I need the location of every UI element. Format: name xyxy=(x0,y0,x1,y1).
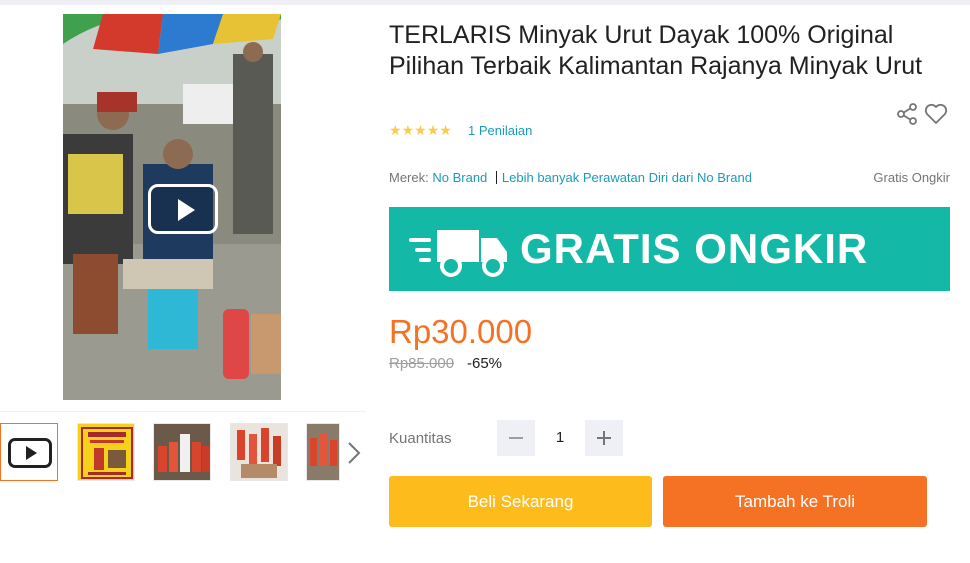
top-strip xyxy=(0,0,970,5)
truck-icon xyxy=(409,230,507,277)
plus-icon[interactable] xyxy=(585,420,623,456)
buy-now-button[interactable]: Beli Sekarang xyxy=(389,476,652,527)
free-shipping-note: Gratis Ongkir xyxy=(873,170,950,185)
thumbnail-video[interactable] xyxy=(0,423,58,481)
rating-count-link[interactable]: 1 Penilaian xyxy=(468,123,532,138)
star-icon: ★ xyxy=(439,122,452,138)
rating-stars: ★ ★ ★ ★ ★ xyxy=(389,123,452,137)
gallery-divider xyxy=(0,411,366,412)
thumbnail-image xyxy=(78,424,134,480)
chevron-right-icon[interactable] xyxy=(344,438,362,468)
add-to-cart-button[interactable]: Tambah ke Troli xyxy=(663,476,927,527)
thumbnail-bottles-tray[interactable] xyxy=(306,423,340,481)
product-title: TERLARIS Minyak Urut Dayak 100% Original… xyxy=(389,21,923,80)
star-icon: ★ xyxy=(389,122,402,138)
brand-link[interactable]: No Brand xyxy=(432,170,487,185)
star-icon: ★ xyxy=(426,122,440,138)
quantity-label: Kuantitas xyxy=(389,430,452,447)
thumbnail-image xyxy=(154,424,210,480)
thumbnail-image xyxy=(307,424,339,480)
free-shipping-banner: GRATIS ONGKIR xyxy=(389,207,950,291)
banner-text: GRATIS ONGKIR xyxy=(520,225,869,272)
play-icon[interactable] xyxy=(148,184,218,234)
original-price: Rp85.000 xyxy=(389,355,455,372)
brand-label: Merek: xyxy=(389,170,429,185)
current-price: Rp30.000 xyxy=(389,313,533,350)
video-play-icon xyxy=(8,438,52,468)
brand-row: Merek: No Brand Lebih banyak Perawatan D… xyxy=(389,170,752,185)
quantity-input[interactable]: 1 xyxy=(535,420,585,456)
share-icon[interactable] xyxy=(896,103,918,125)
thumbnail-bottles-hand[interactable] xyxy=(230,423,288,481)
star-icon: ★ xyxy=(414,122,427,138)
heart-icon[interactable] xyxy=(924,103,948,125)
brand-separator xyxy=(495,171,497,184)
discount-badge: -65% xyxy=(467,355,503,372)
star-icon: ★ xyxy=(401,122,415,138)
more-from-brand-link[interactable]: Lebih banyak Perawatan Diri dari No Bran… xyxy=(502,170,752,185)
thumbnail-bottles-row[interactable] xyxy=(153,423,211,481)
thumbnail-product-label[interactable] xyxy=(77,423,135,481)
main-product-video[interactable] xyxy=(63,14,281,400)
thumbnail-image xyxy=(231,424,287,480)
minus-icon[interactable] xyxy=(497,420,535,456)
